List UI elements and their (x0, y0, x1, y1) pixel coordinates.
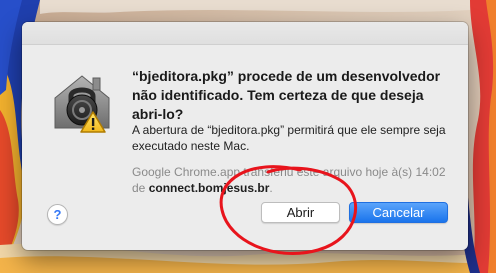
open-button[interactable]: Abrir (261, 202, 340, 223)
source-host: connect.bomjesus.br (148, 181, 270, 195)
help-button[interactable]: ? (47, 204, 68, 225)
source-suffix: . (269, 181, 273, 195)
dialog-message: A abertura de “bjeditora.pkg” permitirá … (132, 123, 446, 153)
security-alert-dialog: “bjeditora.pkg” procede de um desenvolve… (22, 22, 468, 250)
cancel-button[interactable]: Cancelar (349, 202, 448, 223)
security-lock-warning-icon (54, 75, 110, 133)
download-source-info: Google Chrome.app transferiu este arquiv… (132, 164, 458, 196)
dialog-titlebar (22, 22, 468, 45)
dialog-heading: “bjeditora.pkg” procede de um desenvolve… (132, 68, 441, 122)
